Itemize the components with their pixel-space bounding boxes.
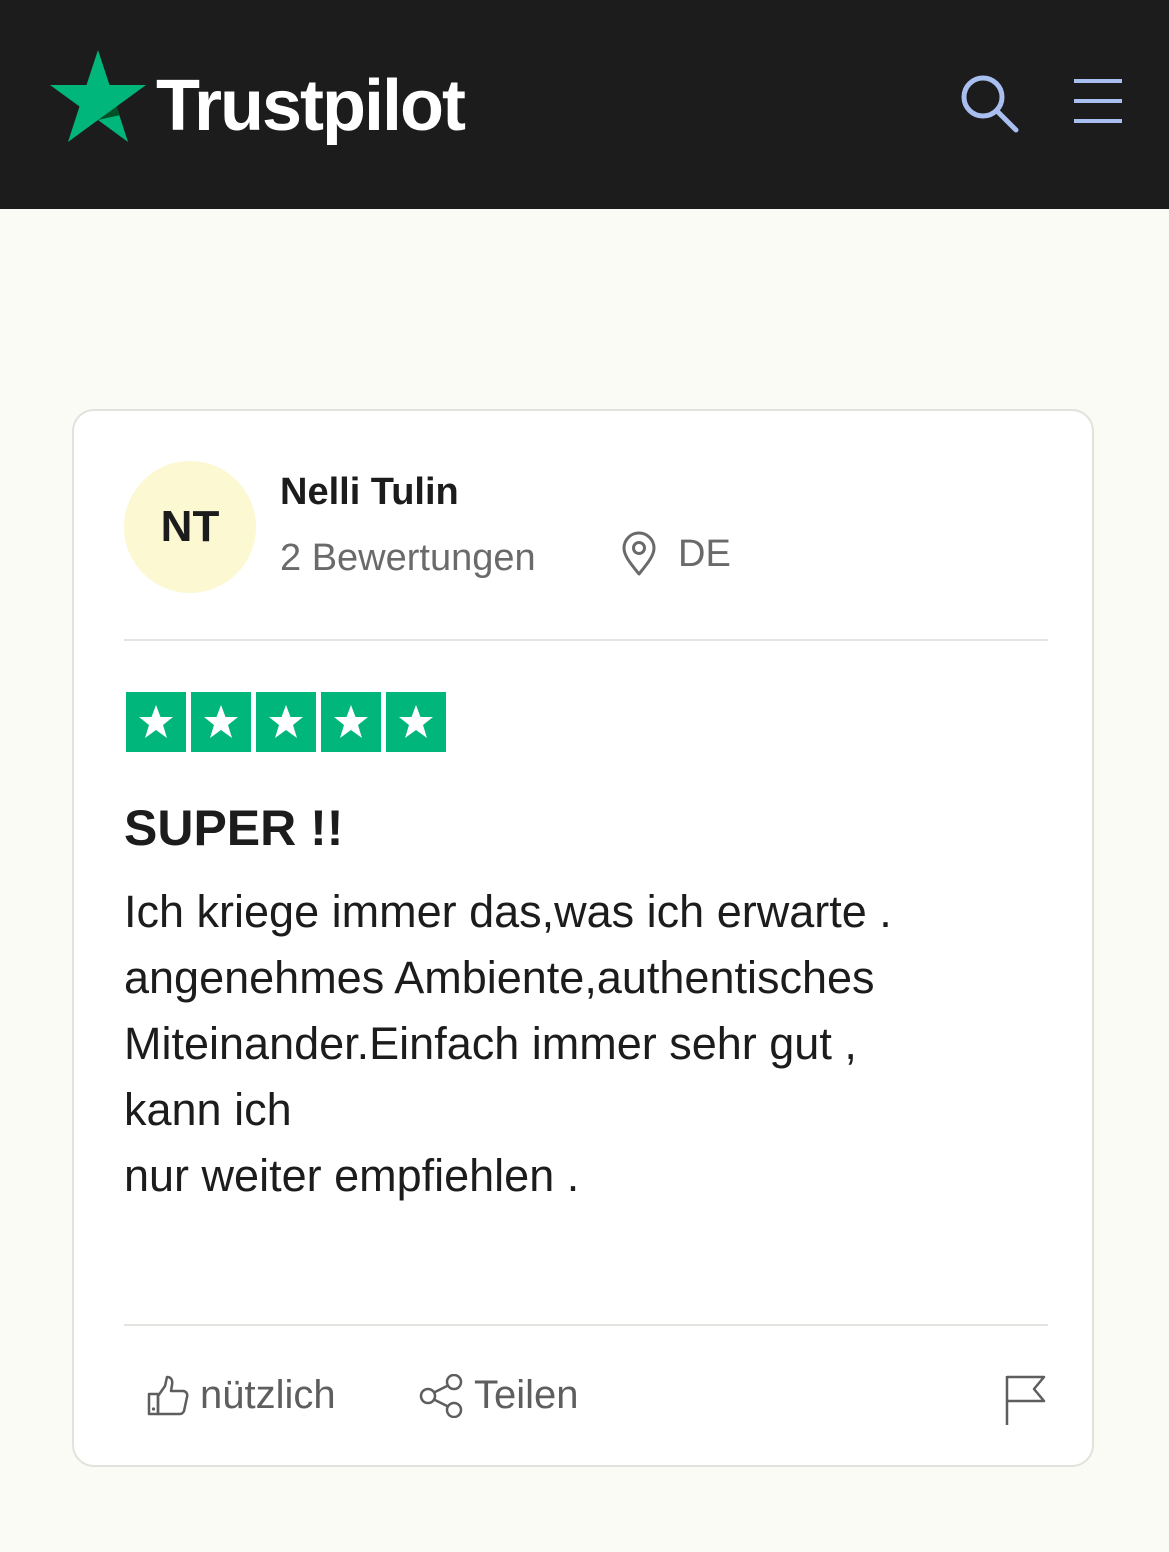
reviews-count: 2 Bewertungen — [280, 537, 536, 579]
review-text-line: nur weiter empfiehlen . — [124, 1150, 580, 1201]
star-rating — [126, 692, 451, 752]
review-text: Ich kriege immer das,was ich erwarte . a… — [124, 879, 1024, 1209]
star-icon — [256, 692, 316, 752]
star-icon — [126, 692, 186, 752]
star-icon — [321, 692, 381, 752]
divider — [124, 639, 1048, 641]
review-text-line: kann ich — [124, 1084, 292, 1135]
trustpilot-star-icon — [50, 50, 146, 142]
location-pin-icon — [622, 531, 656, 576]
share-icon — [419, 1373, 463, 1418]
star-icon — [386, 692, 446, 752]
brand-name: Trustpilot — [156, 66, 466, 146]
flag-icon[interactable] — [1002, 1373, 1048, 1427]
hamburger-menu-icon[interactable] — [1068, 76, 1126, 126]
review-text-line: Miteinander.Einfach immer sehr gut , — [124, 1018, 857, 1069]
avatar[interactable]: NT — [124, 461, 256, 593]
reviewer-name[interactable]: Nelli Tulin — [280, 471, 459, 514]
share-button[interactable]: Teilen — [418, 1373, 579, 1418]
review-text-line: angenehmes Ambiente,authentisches — [124, 952, 875, 1003]
divider — [124, 1324, 1048, 1326]
useful-button[interactable]: nützlich — [146, 1373, 336, 1418]
trustpilot-logo[interactable]: Trustpilot — [48, 48, 466, 146]
search-icon[interactable] — [956, 70, 1022, 136]
review-title: SUPER !! — [124, 800, 344, 856]
reviewer-location: DE — [620, 531, 731, 577]
review-card: NT Nelli Tulin 2 Bewertungen DE SUPER !!… — [72, 409, 1094, 1467]
thumbs-up-icon — [147, 1375, 189, 1415]
share-label: Teilen — [474, 1373, 579, 1417]
review-text-line: Ich kriege immer das,was ich erwarte . — [124, 886, 892, 937]
top-navigation-bar: Trustpilot — [0, 0, 1169, 209]
star-icon — [191, 692, 251, 752]
country-code: DE — [678, 532, 731, 575]
useful-label: nützlich — [200, 1373, 336, 1417]
